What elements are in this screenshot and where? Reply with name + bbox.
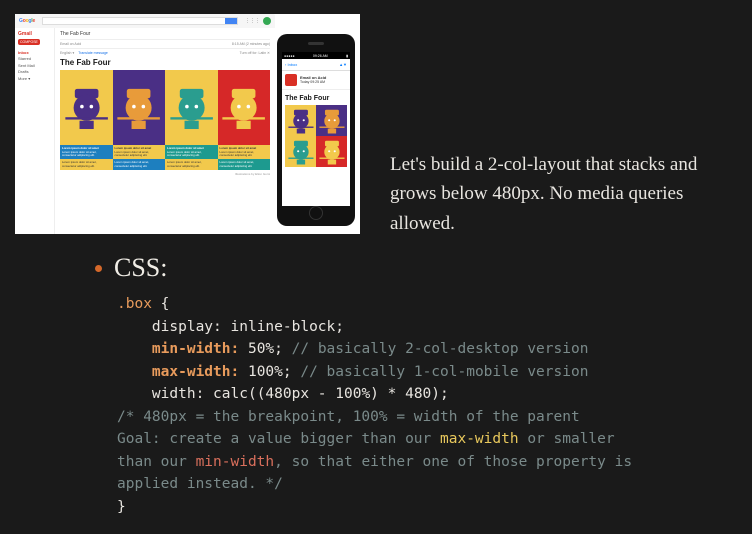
sidebar-item-more[interactable]: More ▾ xyxy=(18,76,51,81)
cap-body: Lorem ipsum dolor sit amet, consectetur … xyxy=(220,150,255,157)
mobile-date: Today 09:25 AM xyxy=(300,80,326,84)
translate-link[interactable]: Translate message xyxy=(78,51,108,55)
cap-body: Lorem ipsum dolor sit amet, consectetur … xyxy=(167,150,202,157)
gmail-logo: Gmail xyxy=(18,31,51,37)
cap-body: Lorem ipsum dolor sit amet, consectetur … xyxy=(115,160,150,167)
cap-body: Lorem ipsum dolor sit amet, consectetur … xyxy=(115,150,150,157)
email-title: The Fab Four xyxy=(60,58,270,67)
cap-body: Lorem ipsum dolor sit amet, consectetur … xyxy=(62,160,97,167)
sender-avatar xyxy=(285,74,297,86)
thread-subject: The Fab Four xyxy=(60,31,270,37)
lang-dropdown[interactable]: English ▾ xyxy=(60,51,74,55)
status-time: 09:26 AM xyxy=(313,54,328,58)
sidebar-item-starred[interactable]: Starred xyxy=(18,56,51,61)
bullet-icon xyxy=(95,265,102,272)
gmail-sidebar: Gmail COMPOSE Inbox Starred Sent Mail Dr… xyxy=(15,28,55,234)
up-down-icon[interactable]: ▲▼ xyxy=(339,62,347,67)
signal-icon: ●●●●● xyxy=(284,54,295,58)
avatar[interactable] xyxy=(263,17,271,25)
screenshot-pair: Google ⋮⋮⋮ Gmail COMPOSE Inbox Starred S… xyxy=(15,14,360,234)
illustration-credit: Illustrations by Elton Gomi xyxy=(60,172,270,176)
cap-body: Lorem ipsum dolor sit amet, consectetur … xyxy=(167,160,202,167)
sidebar-item-sent[interactable]: Sent Mail xyxy=(18,63,51,68)
sidebar-item-inbox[interactable]: Inbox xyxy=(18,50,51,55)
slide-description: Let's build a 2-col-layout that stacks a… xyxy=(390,10,737,238)
sidebar-item-drafts[interactable]: Drafts xyxy=(18,69,51,74)
bullet-label: CSS: xyxy=(114,253,168,283)
code-section: CSS: .box { display: inline-block; min-w… xyxy=(0,238,752,518)
from-label: Email on Acid xyxy=(60,42,81,46)
turn-off-link[interactable]: Turn off for: Latin ✕ xyxy=(240,51,270,55)
timestamp: 8:15 AM (2 minutes ago) xyxy=(232,42,270,46)
code-block: .box { display: inline-block; min-width:… xyxy=(117,293,712,518)
cap-body: Lorem ipsum dolor sit amet, consectetur … xyxy=(220,160,255,167)
mobile-email-title: The Fab Four xyxy=(285,95,347,102)
gmail-desktop: Google ⋮⋮⋮ Gmail COMPOSE Inbox Starred S… xyxy=(15,14,275,234)
google-logo: Google xyxy=(19,18,35,24)
beatles-grid xyxy=(60,70,270,145)
compose-button[interactable]: COMPOSE xyxy=(18,39,40,45)
back-button[interactable]: ‹ Inbox xyxy=(285,62,297,67)
battery-icon: ▮ xyxy=(346,54,348,58)
cap-body: Lorem ipsum dolor sit amet, consectetur … xyxy=(62,150,97,157)
search-input[interactable] xyxy=(42,17,238,25)
iphone-mock: ●●●●● 09:26 AM ▮ ‹ Inbox ▲▼ Email on Aci… xyxy=(277,34,355,226)
apps-icon[interactable]: ⋮⋮⋮ xyxy=(245,18,260,24)
